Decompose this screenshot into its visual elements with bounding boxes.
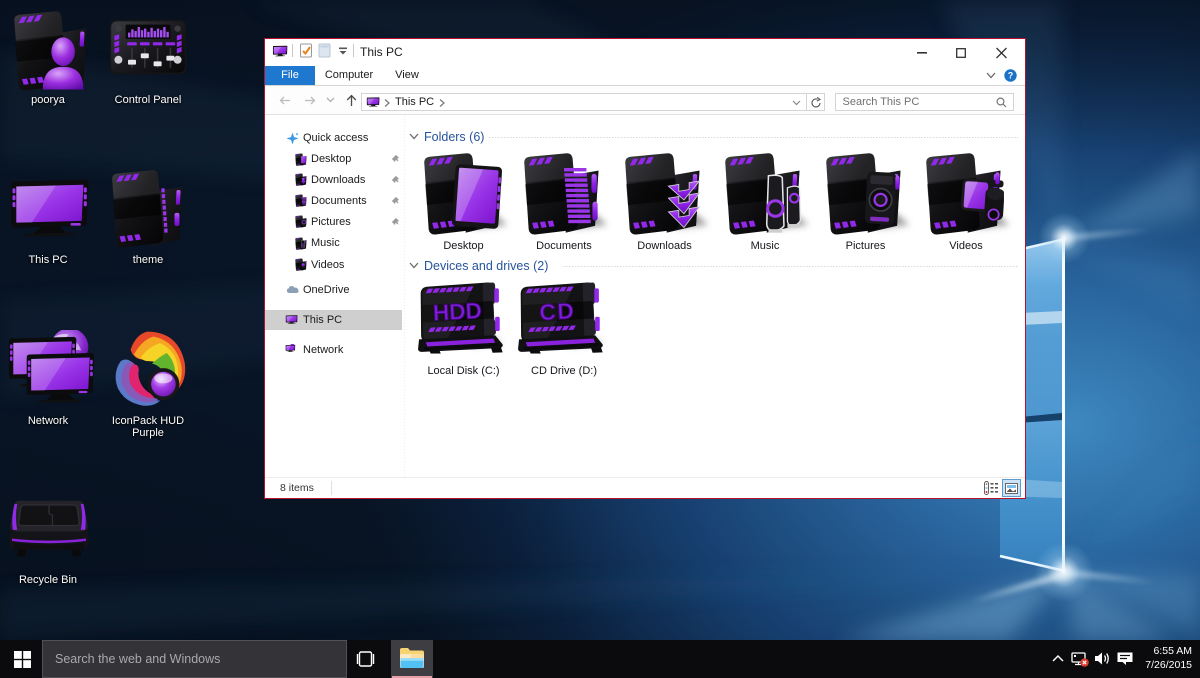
svg-text:?: ? (1008, 71, 1014, 81)
